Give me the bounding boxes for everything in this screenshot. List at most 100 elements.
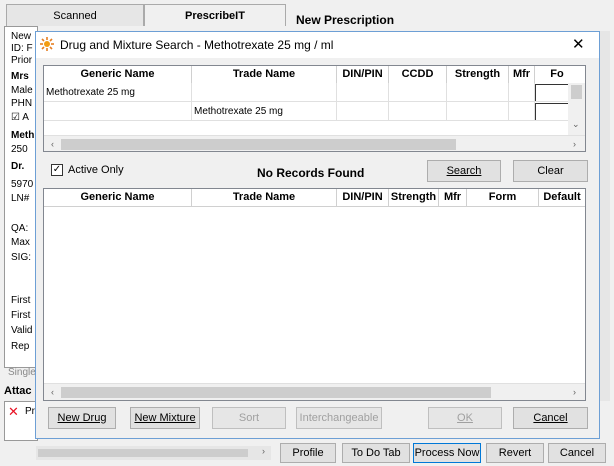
- search-ccdd-input[interactable]: [389, 83, 447, 102]
- bg-fragment: QA:: [11, 223, 29, 234]
- tab-prescribeit[interactable]: PrescribeIT: [144, 4, 286, 26]
- dialog-title: Drug and Mixture Search - Methotrexate 2…: [60, 38, 334, 52]
- bg-fragment: 250: [11, 144, 28, 155]
- col-generic-name: Generic Name: [44, 189, 192, 206]
- active-only-label: Active Only: [68, 164, 124, 176]
- bg-right-edge: [600, 31, 610, 401]
- scroll-left-icon[interactable]: ‹: [44, 384, 61, 400]
- criteria-hscrollbar[interactable]: ‹ ›: [44, 135, 585, 151]
- clear-button-label: Clear: [537, 165, 564, 177]
- scroll-thumb[interactable]: [61, 387, 491, 398]
- col-din-pin: DIN/PIN: [337, 189, 389, 206]
- new-mixture-label: New Mixture: [134, 412, 196, 424]
- scroll-right-icon[interactable]: ›: [566, 136, 583, 151]
- bg-fragment: LN#: [11, 193, 30, 204]
- app-icon: [40, 37, 54, 51]
- scroll-right-icon[interactable]: ›: [566, 384, 583, 400]
- bg-hscrollbar[interactable]: ›: [36, 446, 271, 460]
- bg-fragment: Meth: [11, 130, 35, 141]
- result-trade-cell[interactable]: Methotrexate 25 mg: [192, 102, 337, 121]
- col-din-pin: DIN/PIN: [337, 66, 389, 83]
- scroll-thumb[interactable]: [571, 85, 582, 99]
- search-criteria-grid: Generic Name Trade Name DIN/PIN CCDD Str…: [43, 65, 586, 152]
- cancel-button[interactable]: Cancel: [513, 407, 588, 429]
- col-strength: Strength: [447, 66, 509, 83]
- bg-fragment: 5970: [11, 179, 34, 190]
- bg-checkbox-fragment: ☑ A: [11, 112, 29, 123]
- scroll-right-icon[interactable]: ›: [262, 446, 265, 456]
- drug-search-dialog: Drug and Mixture Search - Methotrexate 2…: [35, 31, 600, 439]
- patient-info-panel: New ID: F Prior Mrs Male PHN ☑ A Meth 25…: [4, 26, 38, 368]
- scroll-left-icon[interactable]: ‹: [44, 136, 61, 151]
- criteria-vscrollbar[interactable]: ⌄: [568, 83, 585, 135]
- bg-fragment: ID: F: [11, 43, 33, 54]
- new-drug-label: New Drug: [57, 412, 107, 424]
- bg-cancel-button[interactable]: Cancel: [548, 443, 606, 463]
- bg-fragment: Rep: [11, 341, 30, 352]
- bg-fragment: Pr: [25, 406, 35, 417]
- col-generic-name: Generic Name: [44, 66, 192, 83]
- new-drug-button[interactable]: New Drug: [48, 407, 116, 429]
- form-select-box[interactable]: [535, 103, 571, 120]
- error-x-icon: ✕: [8, 404, 19, 419]
- profile-button[interactable]: Profile: [280, 443, 336, 463]
- clear-button[interactable]: Clear: [513, 160, 588, 182]
- active-only-checkbox[interactable]: ✓: [51, 164, 63, 176]
- col-form: Fo: [550, 68, 564, 80]
- attachments-panel: ✕ Pr: [4, 401, 38, 441]
- scroll-thumb[interactable]: [38, 449, 248, 457]
- ok-label: OK: [457, 412, 473, 424]
- dialog-titlebar[interactable]: Drug and Mixture Search - Methotrexate 2…: [36, 32, 599, 58]
- results-hscrollbar[interactable]: ‹ ›: [44, 383, 585, 400]
- bg-fragment: Prior: [11, 55, 33, 66]
- form-select-box[interactable]: [535, 84, 571, 101]
- header-divider: [44, 206, 585, 207]
- result-generic-cell[interactable]: [44, 102, 192, 121]
- results-grid: Generic Name Trade Name DIN/PIN Strength…: [43, 188, 586, 401]
- bg-fragment: Attac: [4, 385, 32, 397]
- new-prescription-title: New Prescription: [296, 13, 395, 27]
- search-button[interactable]: Search: [427, 160, 501, 182]
- result-ccdd-cell[interactable]: [389, 102, 447, 121]
- status-message: No Records Found: [257, 166, 365, 180]
- search-strength-input[interactable]: [447, 83, 509, 102]
- col-ccdd: CCDD: [389, 66, 447, 83]
- cancel-label: Cancel: [533, 412, 568, 424]
- bg-fragment: New: [11, 31, 32, 42]
- todo-tab-label: To Do Tab: [351, 447, 401, 459]
- scroll-thumb[interactable]: [61, 139, 456, 150]
- tab-scanned[interactable]: Scanned: [6, 4, 144, 26]
- result-strength-cell[interactable]: [447, 102, 509, 121]
- bg-fragment: Male: [11, 85, 33, 96]
- bg-fragment: Max: [11, 237, 30, 248]
- new-mixture-button[interactable]: New Mixture: [130, 407, 200, 429]
- close-icon[interactable]: ✕: [572, 35, 585, 53]
- col-mfr: Mfr: [509, 66, 535, 83]
- bg-fragment: SIG:: [11, 252, 32, 263]
- bg-fragment: First: [11, 310, 31, 321]
- search-generic-input[interactable]: Methotrexate 25 mg: [44, 83, 192, 102]
- search-trade-input[interactable]: [192, 83, 337, 102]
- search-din-input[interactable]: [337, 83, 389, 102]
- bg-fragment: Mrs: [11, 71, 29, 82]
- col-default: Default: [543, 191, 581, 203]
- search-mfr-input[interactable]: [509, 83, 535, 102]
- sort-button[interactable]: Sort: [212, 407, 286, 429]
- bg-fragment: Dr.: [11, 161, 25, 172]
- col-mfr: Mfr: [439, 189, 467, 206]
- col-strength: Strength: [389, 189, 439, 206]
- col-trade-name: Trade Name: [192, 189, 337, 206]
- col-form: Form: [467, 189, 539, 206]
- bg-fragment: First: [11, 295, 31, 306]
- bg-fragment: PHN: [11, 98, 33, 109]
- result-din-cell[interactable]: [337, 102, 389, 121]
- interchangeable-button[interactable]: Interchangeable: [296, 407, 382, 429]
- process-now-button[interactable]: Process Now: [413, 443, 481, 463]
- revert-button[interactable]: Revert: [486, 443, 544, 463]
- ok-button[interactable]: OK: [428, 407, 502, 429]
- search-button-label: Search: [446, 165, 482, 177]
- todo-tab-button[interactable]: To Do Tab: [342, 443, 410, 463]
- bg-fragment: Single: [8, 367, 36, 378]
- result-mfr-cell[interactable]: [509, 102, 535, 121]
- scroll-down-icon[interactable]: ⌄: [572, 119, 580, 130]
